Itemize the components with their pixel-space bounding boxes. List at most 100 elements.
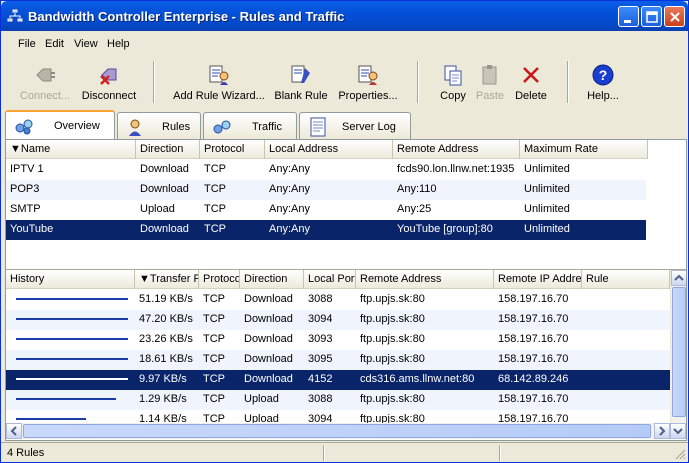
local-port: 4152 (308, 373, 333, 385)
overview-panel: ▼Name Direction Protocol Local Address R… (5, 139, 687, 441)
copy-icon (444, 65, 462, 86)
title-bar[interactable]: Bandwidth Controller Enterprise - Rules … (1, 1, 688, 31)
paste-label: Paste (475, 90, 505, 102)
minimize-button[interactable] (618, 6, 639, 27)
connect-button[interactable]: Connect... (15, 57, 75, 107)
scroll-right-icon (659, 426, 666, 436)
tab-server-log[interactable]: Server Log (299, 112, 411, 139)
scroll-thumb[interactable] (672, 287, 686, 417)
history-sparkline (16, 318, 128, 320)
menu-edit[interactable]: Edit (45, 38, 64, 50)
help-icon: ? (592, 64, 614, 86)
col-local-address[interactable]: Local Address (265, 140, 393, 159)
maximize-icon (646, 11, 658, 23)
minimize-icon (624, 20, 631, 23)
window-title: Bandwidth Controller Enterprise - Rules … (28, 9, 345, 24)
direction: Download (244, 333, 293, 345)
rule-maximum-rate: Unlimited (524, 203, 570, 215)
traffic-table-row[interactable]: 18.61 KB/s TCP Download 3095 ftp.upjs.sk:80 1… (6, 350, 670, 370)
menu-help[interactable]: Help (107, 38, 130, 50)
col-history[interactable]: History (6, 270, 135, 289)
delete-icon (523, 67, 539, 83)
rules-table-row[interactable]: IPTV 1 Download TCP Any:Any fcds90.lon.llnw.… (6, 160, 646, 180)
traffic-table-row[interactable]: 1.29 KB/s TCP Upload 3088 ftp.upjs.sk:80 158.… (6, 390, 670, 410)
blank-rule-button[interactable]: Blank Rule (273, 57, 329, 107)
direction: Download (244, 293, 293, 305)
remote-address: ftp.upjs.sk:80 (360, 393, 425, 405)
paste-button[interactable]: Paste (471, 57, 509, 107)
col-direction[interactable]: Direction (136, 140, 200, 159)
col-protocol[interactable]: Protocol (200, 140, 265, 159)
help-button[interactable]: ? Help... (583, 57, 623, 107)
col-remote-address[interactable]: Remote Address (393, 140, 520, 159)
disconnect-icon (100, 68, 117, 85)
properties-button[interactable]: Properties... (333, 57, 403, 107)
toolbar-separator (567, 61, 569, 103)
traffic-icon (213, 120, 231, 134)
rule-protocol: TCP (204, 163, 226, 175)
remote-ip: 158.197.16.70 (498, 313, 569, 325)
rule-direction: Download (140, 163, 189, 175)
traffic-vertical-scrollbar[interactable] (670, 270, 686, 427)
tab-traffic[interactable]: Traffic (203, 112, 297, 139)
rule-direction: Download (140, 183, 189, 195)
col-protocol[interactable]: Protoco (199, 270, 240, 289)
tab-overview[interactable]: Overview (5, 110, 115, 140)
traffic-table-row[interactable]: 9.97 KB/s TCP Download 4152 cds316.ams.llnw.… (6, 370, 670, 390)
menu-view[interactable]: View (74, 38, 98, 50)
remote-address: ftp.upjs.sk:80 (360, 293, 425, 305)
col-rule[interactable]: Rule (582, 270, 670, 289)
scroll-right-button[interactable] (654, 423, 670, 439)
transfer-rate: 23.26 KB/s (139, 333, 193, 345)
rule-local-address: Any:Any (269, 163, 310, 175)
local-port: 3088 (308, 293, 333, 305)
history-sparkline (16, 298, 128, 300)
traffic-horizontal-scrollbar[interactable] (6, 423, 670, 439)
disconnect-button[interactable]: Disconnect (77, 57, 141, 107)
col-local-port[interactable]: Local Port (304, 270, 356, 289)
rule-local-address: Any:Any (269, 203, 310, 215)
transfer-rate: 1.29 KB/s (139, 393, 187, 405)
rule-remote-address: Any:110 (397, 183, 437, 195)
close-button[interactable] (664, 6, 685, 27)
rule-local-address: Any:Any (269, 223, 310, 235)
plug-icon (36, 68, 55, 82)
resize-grip-icon[interactable] (674, 448, 686, 460)
rule-name: SMTP (10, 203, 41, 215)
remote-ip: 158.197.16.70 (498, 293, 569, 305)
tab-rules[interactable]: Rules (117, 112, 201, 139)
rule-name: IPTV 1 (10, 163, 44, 175)
rules-table-row[interactable]: YouTube Download TCP Any:Any YouTube [group]… (6, 220, 646, 240)
rules-table-row[interactable]: SMTP Upload TCP Any:Any Any:25 Unlimited (6, 200, 646, 220)
menu-file[interactable]: File (18, 38, 36, 50)
traffic-table-row[interactable]: 51.19 KB/s TCP Download 3088 ftp.upjs.sk:80 1… (6, 290, 670, 310)
remote-address: cds316.ams.llnw.net:80 (360, 373, 475, 385)
status-bar: 4 Rules (1, 442, 688, 462)
toolbar-separator (417, 61, 419, 103)
horizontal-scroll-thumb[interactable] (23, 424, 651, 438)
scroll-up-button[interactable] (671, 270, 686, 286)
col-remote-ip[interactable]: Remote IP Addres (494, 270, 582, 289)
properties-label: Properties... (338, 90, 398, 102)
copy-button[interactable]: Copy (433, 57, 473, 107)
connect-label: Connect... (19, 90, 71, 102)
protocol: TCP (203, 313, 225, 325)
col-maximum-rate[interactable]: Maximum Rate (520, 140, 648, 159)
col-transfer-rate[interactable]: ▼Transfer R (135, 270, 199, 289)
delete-label: Delete (515, 90, 547, 102)
scroll-down-button[interactable] (670, 423, 686, 439)
rules-table-row[interactable]: POP3 Download TCP Any:Any Any:110 Unlimited (6, 180, 646, 200)
rule-name: YouTube (10, 223, 54, 235)
copy-label: Copy (440, 90, 466, 102)
col-remote-address[interactable]: Remote Address (356, 270, 494, 289)
paste-icon (482, 65, 497, 85)
add-rule-wizard-button[interactable]: Add Rule Wizard... (171, 57, 267, 107)
help-label: Help... (587, 90, 619, 102)
delete-button[interactable]: Delete (510, 57, 552, 107)
col-direction[interactable]: Direction (240, 270, 304, 289)
maximize-button[interactable] (641, 6, 662, 27)
traffic-table-row[interactable]: 47.20 KB/s TCP Download 3094 ftp.upjs.sk:80 1… (6, 310, 670, 330)
col-name[interactable]: ▼Name (6, 140, 136, 159)
scroll-left-button[interactable] (6, 423, 22, 439)
traffic-table-row[interactable]: 23.26 KB/s TCP Download 3093 ftp.upjs.sk:80 1… (6, 330, 670, 350)
